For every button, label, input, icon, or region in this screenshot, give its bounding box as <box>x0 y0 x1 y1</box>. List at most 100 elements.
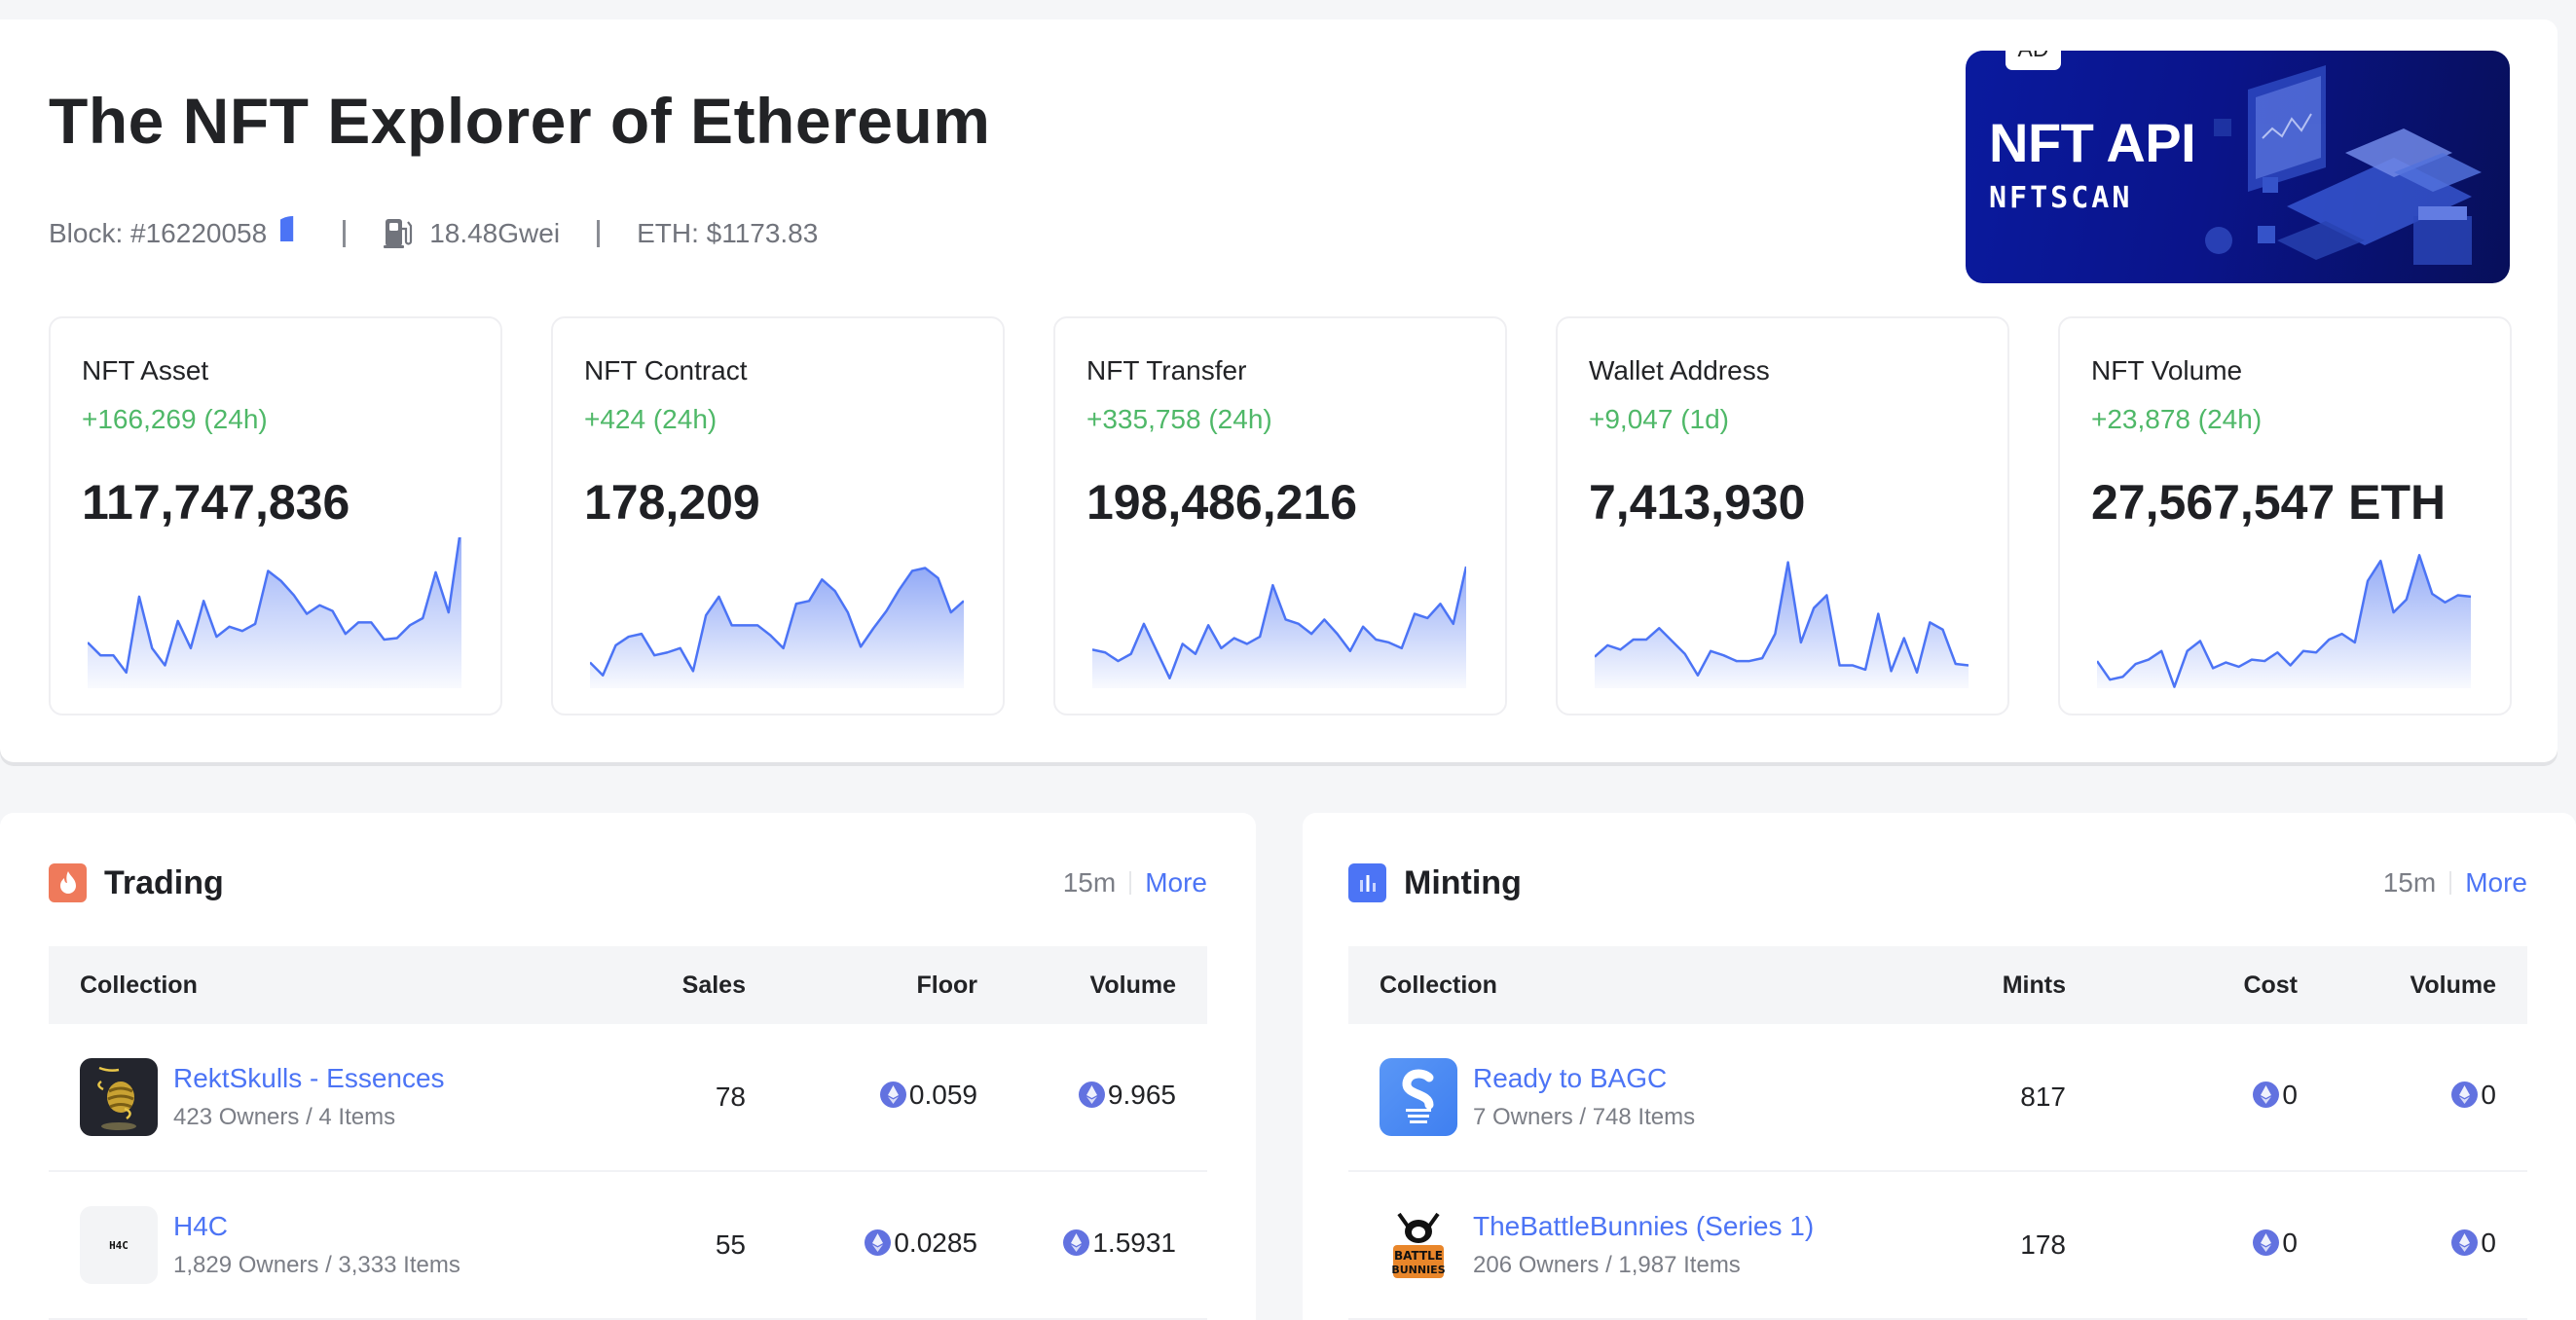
stat-value: 27,567,547 ETH <box>2091 475 2447 530</box>
cost-value: 0 <box>2282 1079 2298 1110</box>
eth-icon <box>2253 1082 2280 1109</box>
fire-icon <box>49 863 87 902</box>
ad-badge: AD <box>2006 51 2061 70</box>
time-range-selector[interactable]: 15m <box>2383 867 2436 898</box>
column-header-collection: Collection <box>80 971 198 999</box>
loading-spinner-icon <box>280 216 306 241</box>
collection-thumbnail[interactable]: BATTLE BUNNIES <box>1380 1206 1457 1284</box>
eth-price: ETH: $1173.83 <box>637 218 819 248</box>
column-header-volume: Volume <box>2410 971 2496 999</box>
divider <box>597 220 601 247</box>
eth-icon <box>1078 1082 1105 1109</box>
stat-delta: +424 (24h) <box>584 404 718 434</box>
sparkline-area <box>1595 562 1969 688</box>
network-meta: Block: #16220058 18.48Gwei ETH: $1173.83 <box>49 214 818 253</box>
stat-delta: +335,758 (24h) <box>1086 404 1272 434</box>
collection-stats: 7 Owners / 748 Items <box>1473 1104 1696 1130</box>
collection-name-link[interactable]: TheBattleBunnies (Series 1) <box>1473 1211 1814 1242</box>
table-row[interactable]: RektSkulls - Essences 423 Owners / 4 Ite… <box>49 1024 1207 1172</box>
floor-price: 0.0285 <box>894 1227 977 1258</box>
sparkline-area <box>590 568 964 688</box>
time-range-selector[interactable]: 15m <box>1063 867 1116 898</box>
eth-icon <box>2253 1229 2280 1257</box>
gas-price: 18.48Gwei <box>429 218 561 248</box>
stat-value: 7,413,930 <box>1589 475 1806 530</box>
thumbnail-text: H4C <box>109 1238 129 1252</box>
column-header-mints: Mints <box>2002 971 2066 999</box>
stat-card-nft-contract[interactable]: NFT Contract +424 (24h) 178,209 <box>551 316 1005 715</box>
ad-banner[interactable]: AD NFT API NFTSCAN <box>1966 51 2510 283</box>
sparkline-chart <box>590 567 964 688</box>
panel-title: Trading <box>104 863 224 901</box>
overview-card: The NFT Explorer of Ethereum Block: #162… <box>0 19 2558 762</box>
more-link[interactable]: More <box>1145 867 1207 898</box>
svg-text:BUNNIES: BUNNIES <box>1391 1264 1445 1276</box>
ad-brand-logo: NFTSCAN <box>1989 181 2133 215</box>
minting-header: Minting 15m More <box>1348 863 2527 902</box>
collection-thumbnail[interactable] <box>80 1058 158 1136</box>
trading-panel: Trading 15m More Collection Sales Floor … <box>0 813 1256 1320</box>
stats-row: NFT Asset +166,269 (24h) 117,747,836 NFT… <box>49 316 2512 715</box>
stat-value: 117,747,836 <box>82 475 350 530</box>
column-header-floor: Floor <box>916 971 978 999</box>
ad-title: NFT API <box>1989 112 2196 173</box>
cost-value: 0 <box>2282 1227 2298 1258</box>
stat-label: Wallet Address <box>1589 355 1770 385</box>
panel-title: Minting <box>1404 863 1522 901</box>
collection-stats: 423 Owners / 4 Items <box>173 1104 396 1130</box>
collection-name-link[interactable]: Ready to BAGC <box>1473 1063 1695 1094</box>
volume-value: 9.965 <box>1107 1079 1176 1110</box>
stat-delta: +9,047 (1d) <box>1589 404 1729 434</box>
stat-label: NFT Asset <box>82 355 209 385</box>
collection-stats: 206 Owners / 1,987 Items <box>1473 1252 1741 1278</box>
collection-thumbnail[interactable]: H4C <box>80 1206 158 1284</box>
sparkline-chart <box>2097 554 2471 688</box>
page-title: The NFT Explorer of Ethereum <box>49 85 991 157</box>
collection-name-link[interactable]: RektSkulls - Essences <box>173 1063 445 1094</box>
column-header-sales: Sales <box>681 971 746 999</box>
table-row[interactable]: BATTLE BUNNIES TheBattleBunnies (Series … <box>1348 1172 2527 1320</box>
stat-delta: +166,269 (24h) <box>82 404 268 434</box>
sales-count: 78 <box>715 1082 746 1112</box>
volume-value: 1.5931 <box>1092 1227 1176 1258</box>
divider <box>343 220 347 247</box>
collection-thumbnail[interactable] <box>1380 1058 1457 1136</box>
mints-count: 817 <box>2020 1082 2066 1112</box>
minting-panel: Minting 15m More Collection Mints Cost V… <box>1303 813 2576 1320</box>
eth-icon <box>865 1229 892 1257</box>
sparkline-chart <box>88 537 461 688</box>
block-number[interactable]: Block: #16220058 <box>49 218 267 249</box>
eth-icon <box>2451 1082 2479 1109</box>
floor-price: 0.059 <box>908 1079 977 1110</box>
bar-chart-icon <box>1348 863 1386 902</box>
column-header-volume: Volume <box>1089 971 1176 999</box>
stat-card-nft-asset[interactable]: NFT Asset +166,269 (24h) 117,747,836 <box>49 316 502 715</box>
table-header: Collection Mints Cost Volume <box>1348 946 2527 1024</box>
stat-label: NFT Transfer <box>1086 355 1247 385</box>
stat-value: 198,486,216 <box>1086 475 1358 530</box>
sparkline-area <box>2097 555 2471 688</box>
column-header-cost: Cost <box>2243 971 2298 999</box>
stat-card-wallet-address[interactable]: Wallet Address +9,047 (1d) 7,413,930 <box>1556 316 2009 715</box>
trading-header: Trading 15m More <box>49 863 1207 902</box>
table-row[interactable]: H4C H4C 1,829 Owners / 3,333 Items 55 0.… <box>49 1172 1207 1320</box>
divider <box>1129 871 1132 895</box>
table-row[interactable]: Ready to BAGC 7 Owners / 748 Items 817 0… <box>1348 1024 2527 1172</box>
stat-label: NFT Volume <box>2091 355 2243 385</box>
stat-card-nft-volume[interactable]: NFT Volume +23,878 (24h) 27,567,547 ETH <box>2058 316 2512 715</box>
stat-value: 178,209 <box>584 475 760 530</box>
table-header: Collection Sales Floor Volume <box>49 946 1207 1024</box>
stat-card-nft-transfer[interactable]: NFT Transfer +335,758 (24h) 198,486,216 <box>1053 316 1507 715</box>
eth-icon <box>879 1082 906 1109</box>
collection-stats: 1,829 Owners / 3,333 Items <box>173 1252 460 1278</box>
eth-icon <box>1063 1229 1090 1257</box>
mints-count: 178 <box>2020 1229 2066 1260</box>
divider <box>2449 871 2452 895</box>
collection-name-link[interactable]: H4C <box>173 1211 460 1242</box>
volume-value: 0 <box>2481 1079 2496 1110</box>
sparkline-chart <box>1092 566 1466 688</box>
gas-pump-icon <box>384 219 413 248</box>
more-link[interactable]: More <box>2465 867 2527 898</box>
stat-delta: +23,878 (24h) <box>2091 404 2263 434</box>
stat-label: NFT Contract <box>584 355 748 385</box>
